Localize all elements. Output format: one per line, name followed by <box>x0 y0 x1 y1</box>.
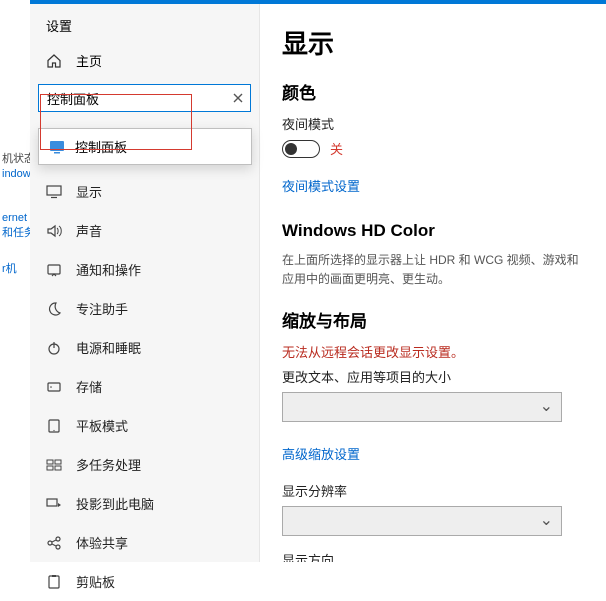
multitask-icon <box>46 458 62 472</box>
settings-sidebar: 设置 主页 控制面板 显示 声音 通知和操作 <box>30 4 260 562</box>
sidebar-item-sound[interactable]: 声音 <box>30 211 259 250</box>
sidebar-item-label: 专注助手 <box>76 299 128 318</box>
home-icon <box>46 53 62 69</box>
sidebar-item-shared[interactable]: 体验共享 <box>30 523 259 562</box>
sidebar-item-label: 存储 <box>76 377 102 396</box>
storage-icon <box>46 380 62 394</box>
nav-home-label: 主页 <box>76 51 102 70</box>
sidebar-item-label: 投影到此电脑 <box>76 494 154 513</box>
resolution-label: 显示分辨率 <box>282 481 582 500</box>
search-suggestion-popup: 控制面板 <box>38 128 252 165</box>
sidebar-item-label: 平板模式 <box>76 416 128 435</box>
background-partial-window: 机状态 indows ernet 和任务 r机 <box>0 0 30 562</box>
sidebar-nav: 显示 声音 通知和操作 专注助手 电源和睡眠 存储 平板模式 多任务处理 <box>30 172 259 601</box>
share-icon <box>46 536 62 550</box>
power-icon <box>46 340 62 356</box>
suggestion-item-control-panel[interactable]: 控制面板 <box>39 129 251 164</box>
section-scale-heading: 缩放与布局 <box>282 307 582 332</box>
control-panel-icon <box>49 140 65 154</box>
nav-home[interactable]: 主页 <box>30 43 259 78</box>
hdcolor-description: 在上面所选择的显示器上让 HDR 和 WCG 视频、游戏和应用中的画面更明亮、更… <box>282 251 582 289</box>
moon-icon <box>46 301 62 317</box>
section-color-heading: 颜色 <box>282 79 582 104</box>
sidebar-item-label: 电源和睡眠 <box>76 338 141 357</box>
night-mode-state: 关 <box>330 139 343 158</box>
advanced-scaling-link[interactable]: 高级缩放设置 <box>282 444 360 463</box>
window-title: 设置 <box>30 4 259 43</box>
sidebar-item-label: 体验共享 <box>76 533 128 552</box>
clear-icon[interactable] <box>229 89 247 107</box>
suggestion-label: 控制面板 <box>75 137 127 156</box>
sidebar-item-focus-assist[interactable]: 专注助手 <box>30 289 259 328</box>
main-content: 显示 颜色 夜间模式 关 夜间模式设置 Windows HD Color 在上面… <box>262 4 606 562</box>
sound-icon <box>46 224 62 238</box>
tablet-icon <box>46 419 62 433</box>
scale-label: 更改文本、应用等项目的大小 <box>282 367 582 386</box>
resolution-dropdown[interactable] <box>282 506 562 536</box>
display-icon <box>46 185 62 199</box>
sidebar-item-power[interactable]: 电源和睡眠 <box>30 328 259 367</box>
search-field-wrap <box>38 84 251 112</box>
notification-icon <box>46 263 62 277</box>
night-mode-label: 夜间模式 <box>282 114 582 133</box>
scale-dropdown[interactable] <box>282 392 562 422</box>
sidebar-item-tablet[interactable]: 平板模式 <box>30 406 259 445</box>
sidebar-item-projecting[interactable]: 投影到此电脑 <box>30 484 259 523</box>
orientation-label: 显示方向 <box>282 550 582 562</box>
section-hdcolor-heading: Windows HD Color <box>282 221 582 241</box>
sidebar-item-multitasking[interactable]: 多任务处理 <box>30 445 259 484</box>
scale-remote-warning: 无法从远程会话更改显示设置。 <box>282 342 582 361</box>
sidebar-item-storage[interactable]: 存储 <box>30 367 259 406</box>
sidebar-item-notifications[interactable]: 通知和操作 <box>30 250 259 289</box>
sidebar-item-label: 通知和操作 <box>76 260 141 279</box>
sidebar-item-display[interactable]: 显示 <box>30 172 259 211</box>
sidebar-item-label: 多任务处理 <box>76 455 141 474</box>
search-input[interactable] <box>38 84 251 112</box>
clipboard-icon <box>46 574 62 590</box>
night-mode-toggle[interactable] <box>282 140 320 158</box>
sidebar-item-label: 显示 <box>76 182 102 201</box>
sidebar-item-clipboard[interactable]: 剪贴板 <box>30 562 259 601</box>
page-title: 显示 <box>282 24 582 61</box>
night-mode-settings-link[interactable]: 夜间模式设置 <box>282 176 360 195</box>
sidebar-item-label: 声音 <box>76 221 102 240</box>
project-icon <box>46 497 62 511</box>
sidebar-item-label: 剪贴板 <box>76 572 115 591</box>
